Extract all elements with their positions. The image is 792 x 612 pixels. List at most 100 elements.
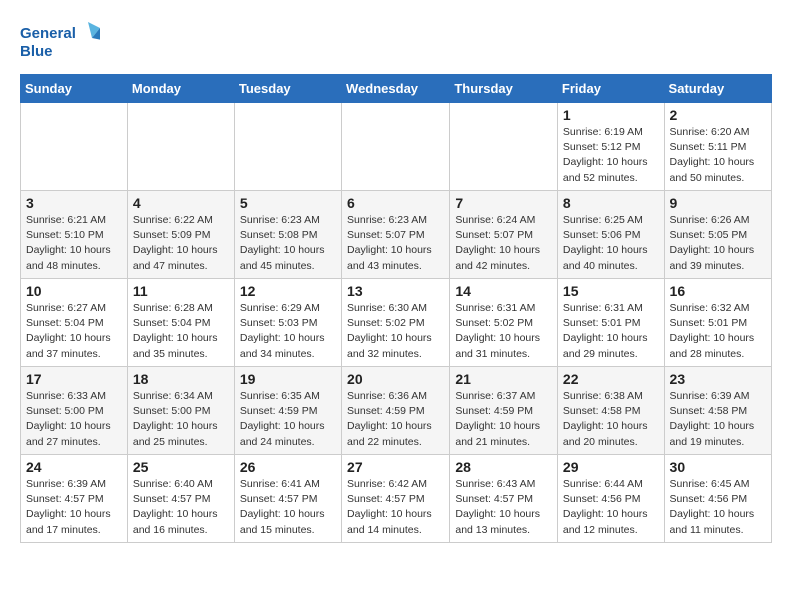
day-info: Sunrise: 6:28 AM Sunset: 5:04 PM Dayligh… <box>133 301 229 362</box>
column-header-monday: Monday <box>127 75 234 103</box>
day-cell-18: 18 Sunrise: 6:34 AM Sunset: 5:00 PM Dayli… <box>127 367 234 455</box>
day-info: Sunrise: 6:26 AM Sunset: 5:05 PM Dayligh… <box>670 213 766 274</box>
day-number: 28 <box>455 459 552 475</box>
day-number: 13 <box>347 283 444 299</box>
day-info: Sunrise: 6:22 AM Sunset: 5:09 PM Dayligh… <box>133 213 229 274</box>
column-header-tuesday: Tuesday <box>234 75 341 103</box>
logo: General Blue <box>20 20 100 64</box>
day-number: 9 <box>670 195 766 211</box>
day-info: Sunrise: 6:25 AM Sunset: 5:06 PM Dayligh… <box>563 213 659 274</box>
calendar-table: SundayMondayTuesdayWednesdayThursdayFrid… <box>20 74 772 543</box>
day-cell-25: 25 Sunrise: 6:40 AM Sunset: 4:57 PM Dayli… <box>127 455 234 543</box>
day-number: 14 <box>455 283 552 299</box>
day-number: 11 <box>133 283 229 299</box>
day-number: 17 <box>26 371 122 387</box>
day-number: 26 <box>240 459 336 475</box>
day-number: 20 <box>347 371 444 387</box>
day-cell-24: 24 Sunrise: 6:39 AM Sunset: 4:57 PM Dayli… <box>21 455 128 543</box>
day-cell-30: 30 Sunrise: 6:45 AM Sunset: 4:56 PM Dayli… <box>664 455 771 543</box>
page-header: General Blue <box>20 20 772 64</box>
day-number: 23 <box>670 371 766 387</box>
day-info: Sunrise: 6:29 AM Sunset: 5:03 PM Dayligh… <box>240 301 336 362</box>
day-info: Sunrise: 6:37 AM Sunset: 4:59 PM Dayligh… <box>455 389 552 450</box>
day-number: 21 <box>455 371 552 387</box>
day-info: Sunrise: 6:31 AM Sunset: 5:01 PM Dayligh… <box>563 301 659 362</box>
day-info: Sunrise: 6:23 AM Sunset: 5:08 PM Dayligh… <box>240 213 336 274</box>
day-cell-1: 1Sunrise: 6:19 AM Sunset: 5:12 PM Daylig… <box>557 103 664 191</box>
day-cell-19: 19Sunrise: 6:35 AM Sunset: 4:59 PM Dayli… <box>234 367 341 455</box>
day-number: 30 <box>670 459 766 475</box>
column-header-sunday: Sunday <box>21 75 128 103</box>
day-number: 24 <box>26 459 122 475</box>
day-number: 4 <box>133 195 229 211</box>
day-info: Sunrise: 6:41 AM Sunset: 4:57 PM Dayligh… <box>240 477 336 538</box>
day-info: Sunrise: 6:23 AM Sunset: 5:07 PM Dayligh… <box>347 213 444 274</box>
day-cell-2: 2 Sunrise: 6:20 AM Sunset: 5:11 PM Daylig… <box>664 103 771 191</box>
day-cell-28: 28 Sunrise: 6:43 AM Sunset: 4:57 PM Dayli… <box>450 455 558 543</box>
day-info: Sunrise: 6:36 AM Sunset: 4:59 PM Dayligh… <box>347 389 444 450</box>
empty-cell <box>234 103 341 191</box>
day-number: 10 <box>26 283 122 299</box>
day-cell-4: 4 Sunrise: 6:22 AM Sunset: 5:09 PM Daylig… <box>127 191 234 279</box>
day-info: Sunrise: 6:20 AM Sunset: 5:11 PM Dayligh… <box>670 125 766 186</box>
empty-cell <box>450 103 558 191</box>
day-number: 12 <box>240 283 336 299</box>
day-number: 1 <box>563 107 659 123</box>
day-info: Sunrise: 6:32 AM Sunset: 5:01 PM Dayligh… <box>670 301 766 362</box>
svg-text:General: General <box>20 25 76 42</box>
day-info: Sunrise: 6:33 AM Sunset: 5:00 PM Dayligh… <box>26 389 122 450</box>
day-cell-11: 11 Sunrise: 6:28 AM Sunset: 5:04 PM Dayli… <box>127 279 234 367</box>
day-cell-3: 3 Sunrise: 6:21 AM Sunset: 5:10 PM Daylig… <box>21 191 128 279</box>
day-info: Sunrise: 6:39 AM Sunset: 4:57 PM Dayligh… <box>26 477 122 538</box>
day-cell-17: 17 Sunrise: 6:33 AM Sunset: 5:00 PM Dayli… <box>21 367 128 455</box>
day-info: Sunrise: 6:45 AM Sunset: 4:56 PM Dayligh… <box>670 477 766 538</box>
day-cell-9: 9 Sunrise: 6:26 AM Sunset: 5:05 PM Daylig… <box>664 191 771 279</box>
day-info: Sunrise: 6:21 AM Sunset: 5:10 PM Dayligh… <box>26 213 122 274</box>
day-cell-8: 8 Sunrise: 6:25 AM Sunset: 5:06 PM Daylig… <box>557 191 664 279</box>
day-number: 29 <box>563 459 659 475</box>
day-number: 2 <box>670 107 766 123</box>
week-row-4: 17 Sunrise: 6:33 AM Sunset: 5:00 PM Dayli… <box>21 367 772 455</box>
day-cell-5: 5Sunrise: 6:23 AM Sunset: 5:08 PM Daylig… <box>234 191 341 279</box>
day-number: 27 <box>347 459 444 475</box>
day-cell-20: 20 Sunrise: 6:36 AM Sunset: 4:59 PM Dayli… <box>342 367 450 455</box>
day-info: Sunrise: 6:31 AM Sunset: 5:02 PM Dayligh… <box>455 301 552 362</box>
day-cell-15: 15 Sunrise: 6:31 AM Sunset: 5:01 PM Dayli… <box>557 279 664 367</box>
day-cell-7: 7Sunrise: 6:24 AM Sunset: 5:07 PM Daylig… <box>450 191 558 279</box>
day-number: 16 <box>670 283 766 299</box>
week-row-3: 10 Sunrise: 6:27 AM Sunset: 5:04 PM Dayli… <box>21 279 772 367</box>
day-number: 18 <box>133 371 229 387</box>
day-number: 8 <box>563 195 659 211</box>
day-cell-29: 29 Sunrise: 6:44 AM Sunset: 4:56 PM Dayli… <box>557 455 664 543</box>
day-cell-10: 10 Sunrise: 6:27 AM Sunset: 5:04 PM Dayli… <box>21 279 128 367</box>
week-row-2: 3 Sunrise: 6:21 AM Sunset: 5:10 PM Daylig… <box>21 191 772 279</box>
day-cell-26: 26 Sunrise: 6:41 AM Sunset: 4:57 PM Dayli… <box>234 455 341 543</box>
day-info: Sunrise: 6:43 AM Sunset: 4:57 PM Dayligh… <box>455 477 552 538</box>
day-number: 3 <box>26 195 122 211</box>
day-number: 22 <box>563 371 659 387</box>
column-header-wednesday: Wednesday <box>342 75 450 103</box>
day-cell-22: 22 Sunrise: 6:38 AM Sunset: 4:58 PM Dayli… <box>557 367 664 455</box>
day-cell-12: 12 Sunrise: 6:29 AM Sunset: 5:03 PM Dayli… <box>234 279 341 367</box>
day-cell-23: 23Sunrise: 6:39 AM Sunset: 4:58 PM Dayli… <box>664 367 771 455</box>
day-info: Sunrise: 6:34 AM Sunset: 5:00 PM Dayligh… <box>133 389 229 450</box>
day-info: Sunrise: 6:24 AM Sunset: 5:07 PM Dayligh… <box>455 213 552 274</box>
svg-text:Blue: Blue <box>20 43 53 60</box>
day-info: Sunrise: 6:30 AM Sunset: 5:02 PM Dayligh… <box>347 301 444 362</box>
empty-cell <box>342 103 450 191</box>
day-info: Sunrise: 6:44 AM Sunset: 4:56 PM Dayligh… <box>563 477 659 538</box>
empty-cell <box>127 103 234 191</box>
column-header-saturday: Saturday <box>664 75 771 103</box>
column-header-friday: Friday <box>557 75 664 103</box>
day-number: 15 <box>563 283 659 299</box>
day-number: 25 <box>133 459 229 475</box>
day-info: Sunrise: 6:42 AM Sunset: 4:57 PM Dayligh… <box>347 477 444 538</box>
day-info: Sunrise: 6:27 AM Sunset: 5:04 PM Dayligh… <box>26 301 122 362</box>
day-cell-16: 16 Sunrise: 6:32 AM Sunset: 5:01 PM Dayli… <box>664 279 771 367</box>
day-info: Sunrise: 6:38 AM Sunset: 4:58 PM Dayligh… <box>563 389 659 450</box>
day-cell-13: 13 Sunrise: 6:30 AM Sunset: 5:02 PM Dayli… <box>342 279 450 367</box>
day-info: Sunrise: 6:40 AM Sunset: 4:57 PM Dayligh… <box>133 477 229 538</box>
column-header-thursday: Thursday <box>450 75 558 103</box>
empty-cell <box>21 103 128 191</box>
calendar-header-row: SundayMondayTuesdayWednesdayThursdayFrid… <box>21 75 772 103</box>
